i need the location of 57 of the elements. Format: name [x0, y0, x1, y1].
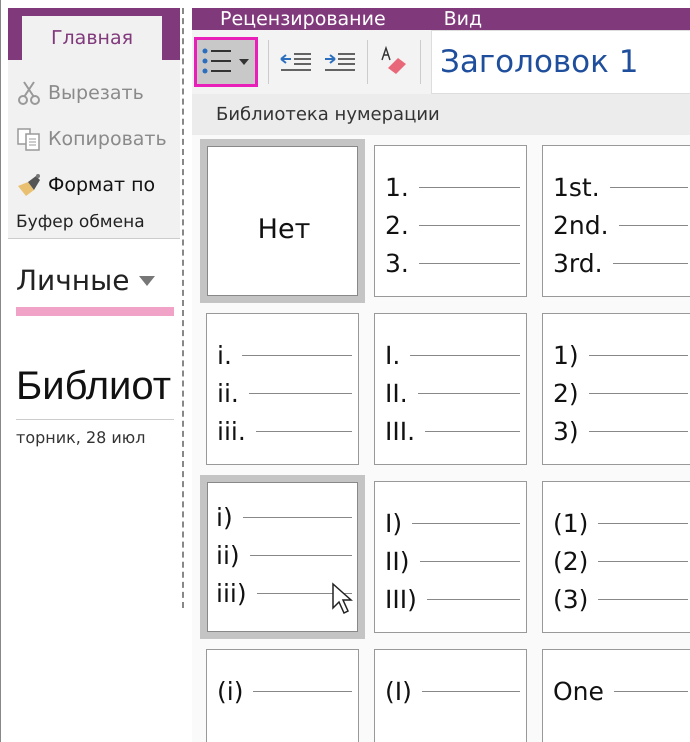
- list-marker: 2nd.: [553, 210, 609, 240]
- page-date: торник, 28 июл: [16, 428, 146, 447]
- scissors-icon: [16, 80, 42, 106]
- list-marker: 1st.: [553, 172, 600, 202]
- list-marker: (3): [553, 584, 588, 614]
- group-label: Буфер обмена: [16, 212, 146, 232]
- list-marker: (i): [217, 676, 244, 706]
- paintbrush-icon: [16, 172, 42, 198]
- numbering-option[interactable]: I) II) III): [374, 481, 527, 633]
- list-marker: 3): [553, 416, 579, 446]
- caret-icon[interactable]: [139, 276, 156, 286]
- numbering-option[interactable]: 1st. 2nd. 3rd.: [542, 145, 690, 297]
- ribbon-tab[interactable]: Главная: [22, 16, 162, 60]
- numbering-button[interactable]: [194, 37, 258, 87]
- numbering-option[interactable]: i. ii. iii.: [206, 313, 359, 465]
- list-marker: III.: [385, 416, 416, 446]
- page-title: Библиот: [16, 364, 174, 420]
- numbering-option[interactable]: (i): [206, 649, 359, 742]
- list-marker: 1.: [385, 172, 409, 202]
- list-marker: iii.: [217, 416, 246, 446]
- numbering-option[interactable]: (I): [374, 649, 527, 742]
- list-marker: I.: [385, 340, 400, 370]
- ribbon-tab[interactable]: Вид: [444, 8, 482, 30]
- numbering-option[interactable]: (1) (2) (3): [542, 481, 690, 633]
- numbering-option[interactable]: I. II. III.: [374, 313, 527, 465]
- section-name[interactable]: Личные: [16, 263, 130, 299]
- numbering-option[interactable]: 1) 2) 3): [542, 313, 690, 465]
- list-marker: (1): [553, 508, 588, 538]
- numbering-option[interactable]: Нет: [200, 139, 365, 303]
- list-marker: 1): [553, 340, 579, 370]
- list-marker: I): [385, 508, 402, 538]
- list-marker: II): [385, 546, 410, 576]
- numbering-option[interactable]: One: [542, 649, 690, 742]
- list-marker: One: [553, 676, 604, 706]
- list-marker: 3rd.: [553, 248, 603, 278]
- placeholder-line: [618, 224, 688, 226]
- list-marker: 3.: [385, 248, 409, 278]
- numbering-option[interactable]: 1. 2. 3.: [374, 145, 527, 297]
- caret-icon: [239, 59, 249, 65]
- list-marker: (2): [553, 546, 588, 576]
- numbering-option[interactable]: i) ii) iii): [200, 475, 365, 639]
- list-marker: iii): [216, 578, 247, 608]
- ribbon-button[interactable]: Формат по: [16, 162, 180, 208]
- copy-icon: [16, 126, 42, 152]
- list-marker: i.: [217, 340, 232, 370]
- list-marker: (I): [385, 676, 412, 706]
- ribbon-tab[interactable]: Рецензирование: [220, 8, 386, 30]
- list-marker: 2.: [385, 210, 409, 240]
- list-marker: 2): [553, 378, 579, 408]
- list-marker: II.: [385, 378, 408, 408]
- list-marker: III): [385, 584, 417, 614]
- menu-heading: Библиотека нумерации: [192, 94, 690, 135]
- mouse-pointer-icon: [331, 582, 355, 616]
- list-marker: ii.: [217, 378, 239, 408]
- style-box[interactable]: Заголовок 1: [431, 30, 690, 94]
- list-marker: ii): [216, 540, 240, 570]
- list-marker: i): [216, 502, 233, 532]
